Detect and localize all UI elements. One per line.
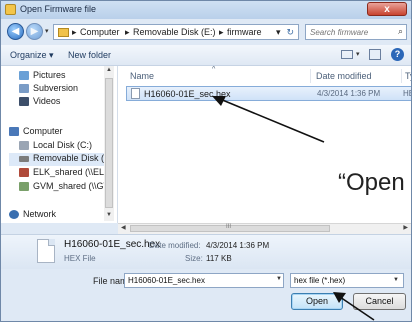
scrollbar-grip-icon: III <box>226 224 232 230</box>
network-icon <box>9 210 19 219</box>
forward-button[interactable]: ▶ <box>26 23 43 40</box>
recent-pages-chevron-icon[interactable]: ▾ <box>45 27 49 35</box>
details-size-label: Size: <box>185 254 203 263</box>
details-file-type: HEX File <box>64 254 96 263</box>
column-divider[interactable] <box>401 69 402 83</box>
sort-indicator-icon: ^ <box>212 66 216 73</box>
removable-disk-icon <box>19 156 29 162</box>
filename-dropdown-icon[interactable]: ▼ <box>276 276 282 282</box>
app-icon <box>5 4 16 15</box>
details-pane: H16060-01E_sec.hex Date modified: 4/3/20… <box>1 234 411 269</box>
file-date-modified: 4/3/2014 1:36 PM <box>317 89 381 98</box>
filetype-select[interactable]: hex file (*.hex) ▼ <box>290 273 404 288</box>
breadcrumb-separator-icon[interactable]: ▸ <box>125 27 130 38</box>
local-disk-icon <box>19 141 29 150</box>
details-date-label: Date modified: <box>149 241 201 250</box>
sidebar-item-label: Videos <box>33 96 61 106</box>
view-options-chevron-icon[interactable]: ▾ <box>356 50 360 58</box>
breadcrumb-computer[interactable]: Computer <box>80 27 120 37</box>
preview-pane-icon[interactable] <box>369 49 381 60</box>
details-size-value: 117 KB <box>206 254 232 263</box>
file-name[interactable]: H16060-01E_sec.hex <box>144 89 231 99</box>
address-bar[interactable]: ▸ Computer ▸ Removable Disk (E:) ▸ firmw… <box>53 24 299 40</box>
help-icon[interactable]: ? <box>391 48 404 61</box>
file-row[interactable]: H16060-01E_sec.hex 4/3/2014 1:36 PM HEX <box>126 86 411 101</box>
column-divider[interactable] <box>310 69 311 83</box>
navigation-scrollbar[interactable]: ▲ ▼ <box>104 66 114 221</box>
computer-icon <box>9 127 19 136</box>
scroll-down-icon[interactable]: ▼ <box>106 212 112 218</box>
filename-input[interactable] <box>124 273 284 288</box>
address-row: ◀ ▶ ▾ ▸ Computer ▸ Removable Disk (E:) ▸… <box>1 20 411 44</box>
folder-icon <box>58 28 69 37</box>
sidebar-item-label: GVM_shared (\\GV <box>33 181 110 191</box>
sidebar-item-label: Network <box>23 209 57 219</box>
file-list: Name ^ Date modified Type H16060-01E_sec… <box>118 66 411 223</box>
sidebar-item-label: ELK_shared (\\ELK <box>33 167 111 177</box>
refresh-icon[interactable]: ↻ <box>286 27 294 38</box>
sidebar-item-label: Pictures <box>33 70 66 80</box>
details-file-name: H16060-01E_sec.hex <box>64 239 161 250</box>
command-toolbar: Organize ▾ New folder ▾ ? <box>1 45 411 66</box>
callout-text: “Open <box>338 169 405 196</box>
search-icon[interactable]: ⌕ <box>398 26 403 37</box>
scrollbar-thumb[interactable]: III <box>130 224 330 232</box>
horizontal-scrollbar[interactable]: ◀ III ▶ <box>118 223 411 234</box>
sidebar-item-label: Subversion <box>33 83 79 93</box>
network-drive-icon <box>19 168 29 177</box>
title-bar[interactable]: Open Firmware file x <box>1 1 411 19</box>
videos-icon <box>19 97 29 106</box>
organize-menu-button[interactable]: Organize ▾ <box>10 50 54 61</box>
open-file-dialog: Open Firmware file x ◀ ▶ ▾ ▸ Computer ▸ … <box>0 0 412 322</box>
column-header-name[interactable]: Name <box>130 71 154 81</box>
scroll-right-icon[interactable]: ▶ <box>403 224 408 231</box>
address-dropdown-icon[interactable]: ▾ <box>276 27 281 38</box>
scroll-up-icon[interactable]: ▲ <box>106 67 112 73</box>
search-input[interactable] <box>310 26 390 38</box>
search-box[interactable]: ⌕ <box>305 24 407 40</box>
file-icon <box>131 88 140 99</box>
scrollbar-thumb[interactable] <box>105 78 113 208</box>
subversion-icon <box>19 84 29 93</box>
breadcrumb-removable-disk[interactable]: Removable Disk (E:) <box>133 27 216 37</box>
breadcrumb-firmware[interactable]: firmware <box>227 27 262 37</box>
dialog-footer: File name: ▼ hex file (*.hex) ▼ Open Can… <box>1 269 411 321</box>
close-button[interactable]: x <box>367 2 407 16</box>
column-header-date-modified[interactable]: Date modified <box>316 71 372 81</box>
sidebar-item-label: Computer <box>23 126 63 136</box>
file-type: HEX <box>403 89 411 98</box>
details-date-value: 4/3/2014 1:36 PM <box>206 241 270 250</box>
column-header-type[interactable]: Type <box>405 71 411 81</box>
navigation-pane: Pictures Subversion Videos Computer Loca… <box>1 66 118 223</box>
sidebar-item-removable-disk[interactable]: Removable Disk ( <box>9 153 113 166</box>
breadcrumb-separator-icon[interactable]: ▸ <box>72 27 77 38</box>
sidebar-item-label: Local Disk (C:) <box>33 140 93 150</box>
open-button[interactable]: Open <box>291 293 343 310</box>
chevron-down-icon[interactable]: ▼ <box>393 277 399 283</box>
breadcrumb-separator-icon[interactable]: ▸ <box>219 27 224 38</box>
back-button[interactable]: ◀ <box>7 23 24 40</box>
file-thumbnail-icon <box>37 239 55 263</box>
scroll-left-icon[interactable]: ◀ <box>121 224 126 231</box>
window-title: Open Firmware file <box>20 4 97 14</box>
network-drive-icon <box>19 182 29 191</box>
filetype-value: hex file (*.hex) <box>294 276 346 285</box>
sidebar-item-label: Removable Disk ( <box>33 153 105 163</box>
cancel-button[interactable]: Cancel <box>353 293 406 310</box>
new-folder-button[interactable]: New folder <box>68 50 111 60</box>
change-view-icon[interactable] <box>341 50 353 59</box>
pictures-icon <box>19 71 29 80</box>
